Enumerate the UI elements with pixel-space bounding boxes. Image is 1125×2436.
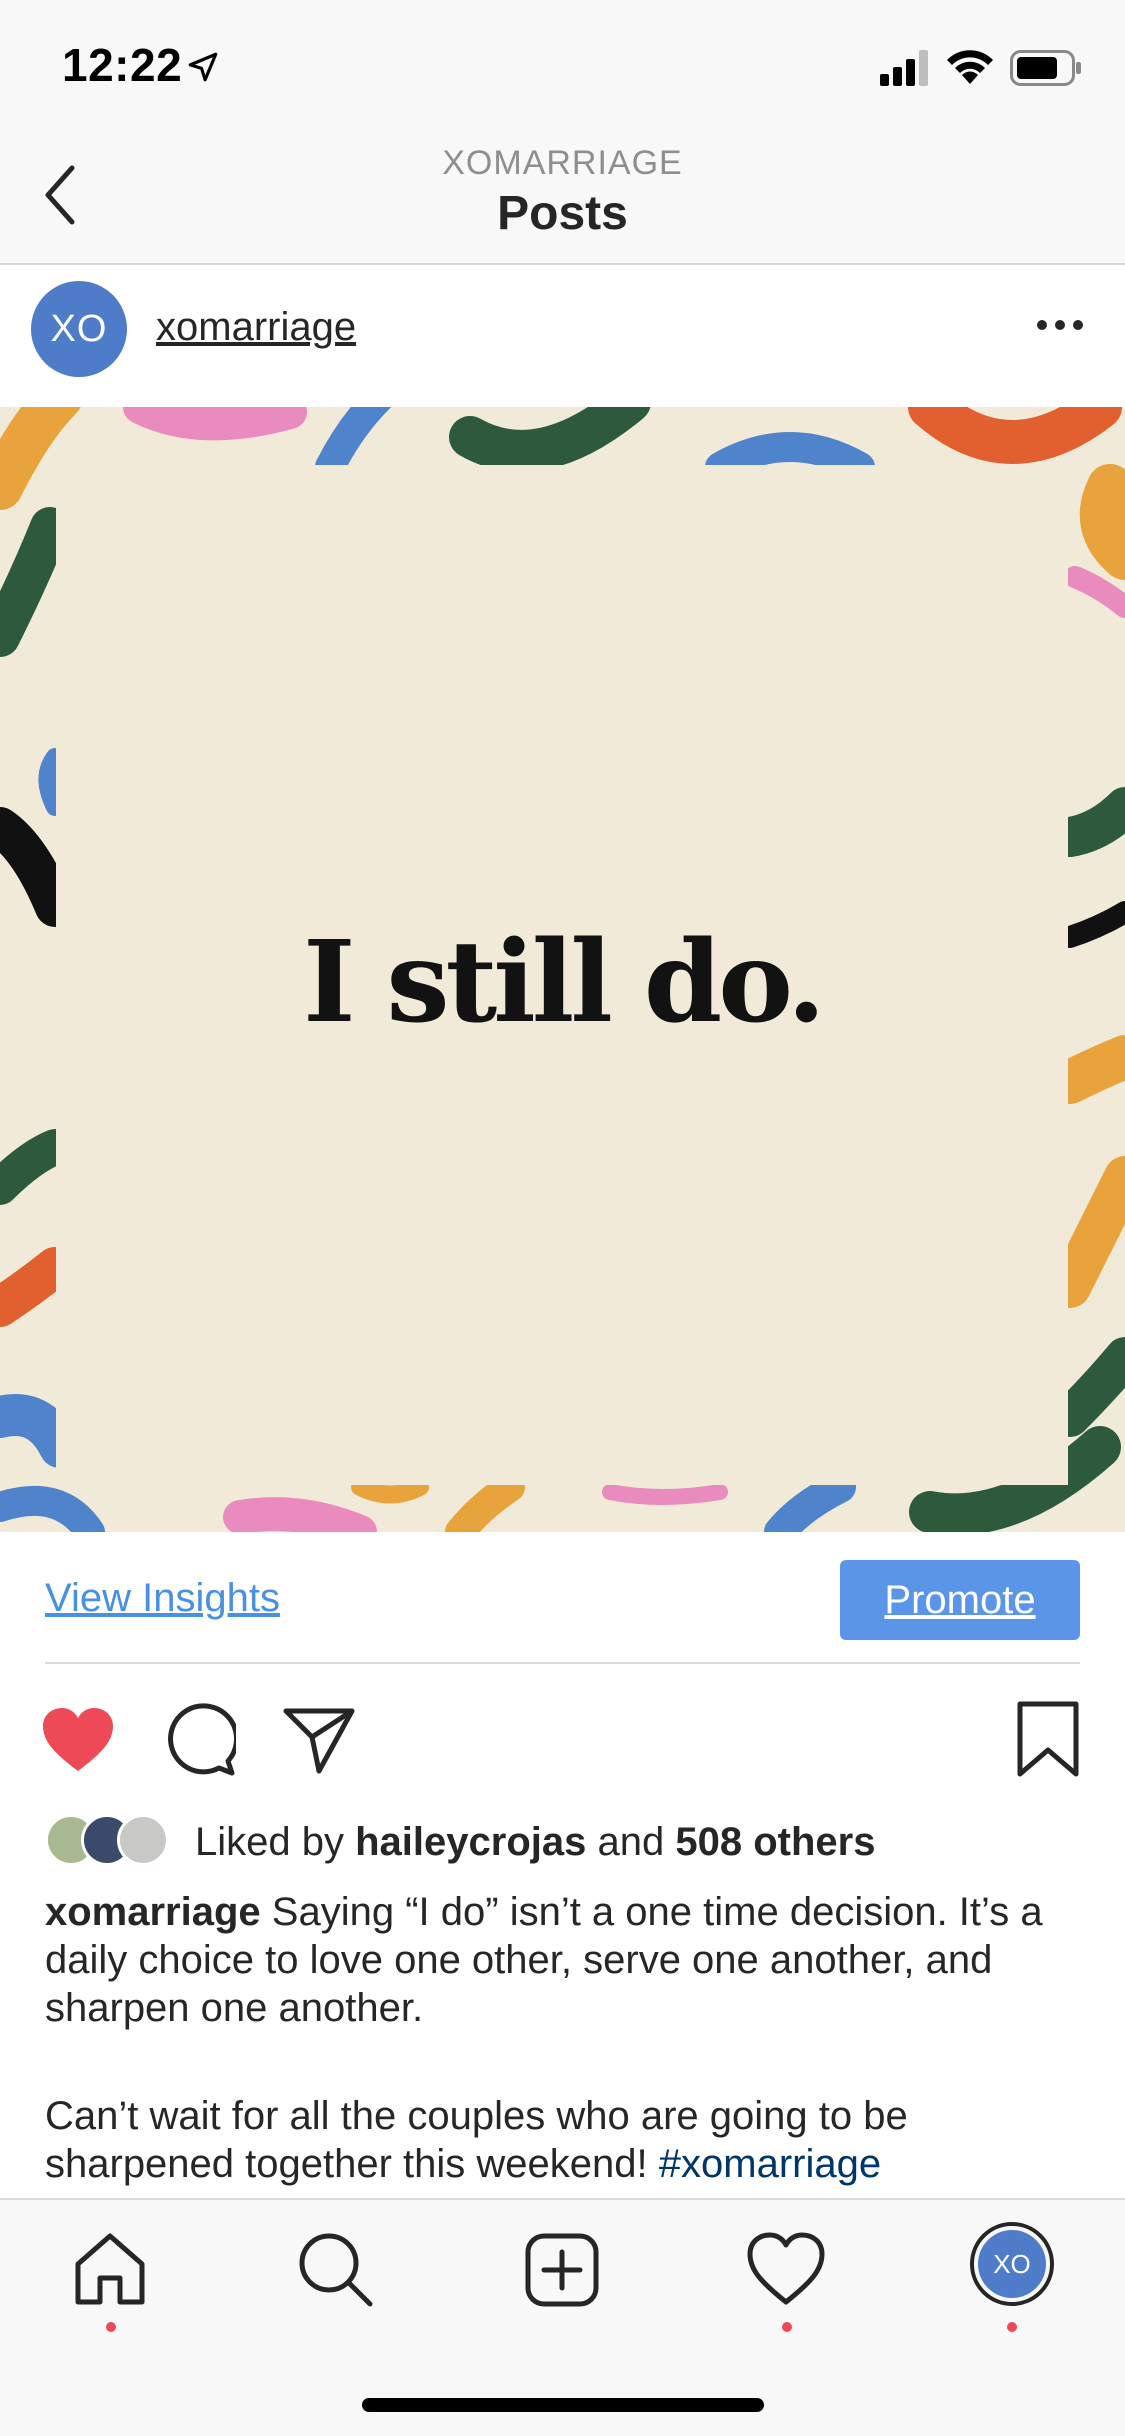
- navigation-header: XOMARRIAGE Posts: [0, 130, 1125, 265]
- profile-tab-avatar[interactable]: XO: [970, 2222, 1054, 2306]
- divider: [45, 1662, 1080, 1664]
- post-image-text: I still do.: [303, 917, 826, 1048]
- likes-joiner: and: [597, 1820, 665, 1864]
- battery-icon: [1010, 50, 1081, 86]
- nav-subtitle: XOMARRIAGE: [442, 144, 683, 182]
- view-insights-link[interactable]: View Insights: [45, 1576, 280, 1621]
- activity-heart-icon[interactable]: [746, 2230, 826, 2310]
- status-bar: 12:22: [0, 0, 1125, 130]
- location-arrow-icon: [188, 52, 218, 82]
- home-notification-dot: [106, 2322, 116, 2332]
- insights-row: View Insights Promote: [0, 1532, 1125, 1662]
- likes-others[interactable]: 508 others: [675, 1820, 875, 1864]
- wifi-icon: [947, 50, 993, 84]
- post-image[interactable]: I still do.: [0, 407, 1125, 1532]
- caption-hashtag[interactable]: #xomarriage: [659, 2142, 881, 2186]
- home-icon[interactable]: [70, 2230, 150, 2310]
- activity-notification-dot: [782, 2322, 792, 2332]
- post-username[interactable]: xomarriage: [156, 305, 356, 350]
- post-header: XO xomarriage: [0, 267, 1125, 407]
- search-icon[interactable]: [296, 2230, 376, 2310]
- post-caption: xomarriage Saying “I do” isn’t a one tim…: [45, 1888, 1085, 2188]
- likes-row[interactable]: Liked by haileycrojas and 508 others: [45, 1812, 1085, 1868]
- home-indicator[interactable]: [362, 2398, 764, 2412]
- profile-notification-dot: [1007, 2322, 1017, 2332]
- caption-username[interactable]: xomarriage: [45, 1890, 261, 1934]
- page-title: Posts: [497, 187, 628, 240]
- profile-tab-avatar-inner: XO: [978, 2230, 1046, 2298]
- share-send-icon[interactable]: [282, 1705, 356, 1775]
- likes-summary: Liked by haileycrojas and 508 others: [195, 1820, 875, 1865]
- status-time: 12:22: [62, 39, 183, 91]
- comment-icon[interactable]: [162, 1703, 236, 1777]
- likes-user[interactable]: haileycrojas: [355, 1820, 586, 1864]
- profile-avatar[interactable]: XO: [31, 281, 127, 377]
- more-options-icon[interactable]: [1032, 315, 1088, 335]
- likes-prefix: Liked by: [195, 1820, 344, 1864]
- promote-button[interactable]: Promote: [840, 1560, 1080, 1640]
- new-post-icon[interactable]: [522, 2230, 602, 2310]
- like-heart-filled-icon[interactable]: [40, 1705, 116, 1775]
- liker-avatar: [117, 1814, 169, 1866]
- cellular-signal-icon: [880, 50, 928, 86]
- bookmark-icon[interactable]: [1015, 1700, 1081, 1778]
